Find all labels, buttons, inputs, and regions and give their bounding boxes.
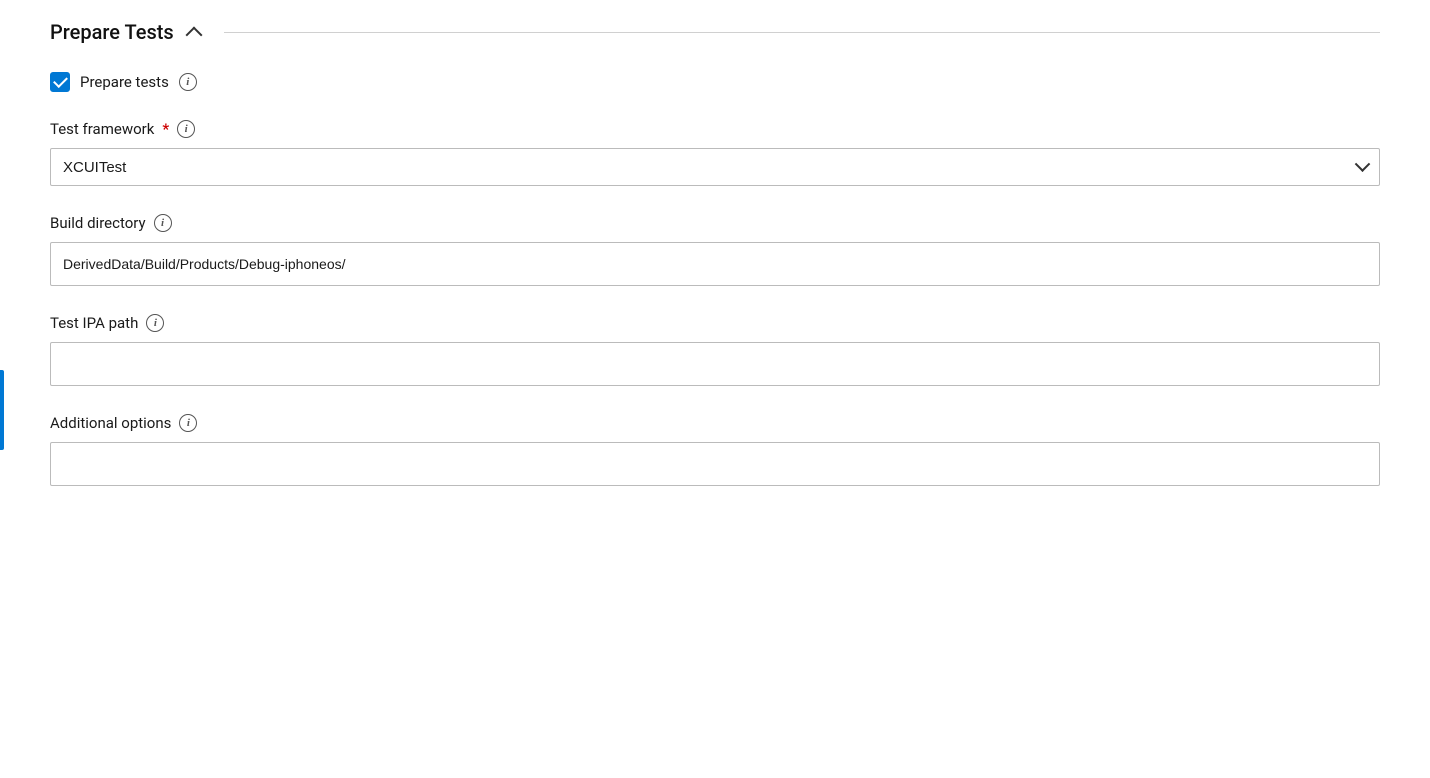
prepare-tests-label: Prepare tests [80, 73, 169, 91]
build-directory-input[interactable] [50, 242, 1380, 286]
test-ipa-path-label: Test IPA path [50, 314, 138, 332]
test-ipa-path-label-row: Test IPA path i [50, 314, 1380, 332]
test-ipa-path-field-group: Test IPA path i [50, 314, 1380, 386]
section-title: Prepare Tests [50, 20, 174, 44]
additional-options-label: Additional options [50, 414, 171, 432]
test-framework-select-wrapper: XCUITest XCTest [50, 148, 1380, 186]
additional-options-field-group: Additional options i [50, 414, 1380, 486]
build-directory-field-group: Build directory i [50, 214, 1380, 286]
test-ipa-path-info-icon[interactable]: i [146, 314, 164, 332]
test-ipa-path-input[interactable] [50, 342, 1380, 386]
test-framework-label-row: Test framework * i [50, 120, 1380, 138]
additional-options-input[interactable] [50, 442, 1380, 486]
additional-options-label-row: Additional options i [50, 414, 1380, 432]
section-header: Prepare Tests [50, 20, 1380, 44]
accent-bar [0, 370, 4, 450]
section-divider [224, 32, 1380, 33]
prepare-tests-checkbox[interactable] [50, 72, 70, 92]
test-framework-required-star: * [162, 120, 169, 138]
test-framework-label: Test framework [50, 120, 154, 138]
additional-options-info-icon[interactable]: i [179, 414, 197, 432]
test-framework-field-group: Test framework * i XCUITest XCTest [50, 120, 1380, 186]
prepare-tests-row: Prepare tests i [50, 72, 1380, 92]
build-directory-label-row: Build directory i [50, 214, 1380, 232]
page-container: Prepare Tests Prepare tests i Test frame… [0, 0, 1430, 778]
test-framework-select[interactable]: XCUITest XCTest [50, 148, 1380, 186]
build-directory-info-icon[interactable]: i [154, 214, 172, 232]
test-framework-info-icon[interactable]: i [177, 120, 195, 138]
prepare-tests-info-icon[interactable]: i [179, 73, 197, 91]
build-directory-label: Build directory [50, 214, 146, 232]
section-collapse-chevron[interactable] [188, 25, 202, 39]
